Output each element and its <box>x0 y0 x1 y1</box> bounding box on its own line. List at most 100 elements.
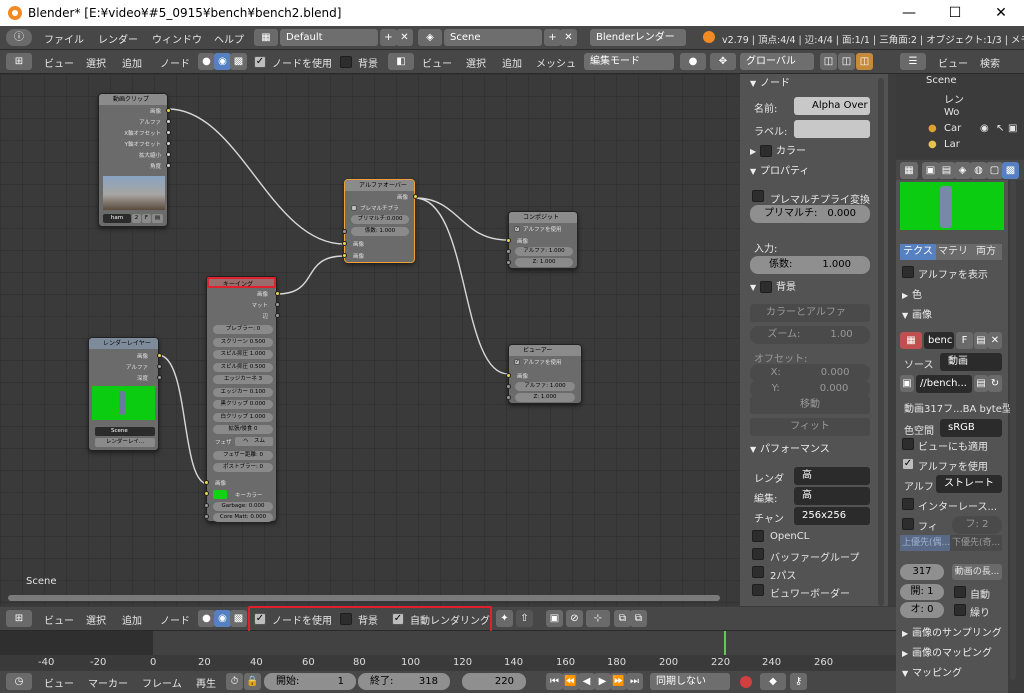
bottom-editor-type-icon[interactable]: ⊞ <box>6 610 32 627</box>
layout-select[interactable]: Default <box>280 29 378 46</box>
outliner-scene[interactable]: Scene <box>926 75 957 86</box>
image-browse-icon[interactable]: ▦ <box>900 332 922 349</box>
two-pass-checkbox[interactable] <box>752 566 764 578</box>
offset-field[interactable]: オ: 0 <box>900 602 944 618</box>
source-select[interactable]: 動画 <box>940 353 1002 371</box>
viewer-z-socket[interactable] <box>506 395 511 400</box>
use-nodes-checkbox[interactable]: ✓ <box>254 56 266 68</box>
info-editor-icon[interactable]: ⓘ <box>6 29 32 46</box>
performance-section-header[interactable]: ▼ パフォーマンス <box>750 440 830 460</box>
timeline-area[interactable]: -40 -20 0 20 40 60 80 100 120 140 160 18… <box>0 631 896 671</box>
node-name-field[interactable]: Alpha Over <box>794 97 870 115</box>
fields-checkbox[interactable] <box>902 518 914 530</box>
keying-feather-select[interactable]: ヘ スム <box>235 437 273 446</box>
play-reverse-icon[interactable]: ◀ <box>578 673 595 690</box>
keying-garbage-socket[interactable] <box>204 503 209 508</box>
movie-clip-node[interactable]: 動画クリップ 画像 アルファ X軸オフセット Y軸オフセット 拡大縮小 角度 h… <box>98 93 171 227</box>
bottom-compositor-tree-icon[interactable]: ◉ <box>214 610 231 627</box>
frames-field[interactable]: 317 <box>900 564 944 580</box>
alpha-fac-socket[interactable] <box>342 229 347 234</box>
properties-scroll-track[interactable] <box>878 78 884 606</box>
opencl-checkbox[interactable] <box>752 530 764 542</box>
timeline-menu-view[interactable]: ビュー <box>44 675 74 690</box>
view3d-menu-add[interactable]: 追加 <box>502 55 522 70</box>
preview-range-icon[interactable]: ⏱ <box>226 673 243 690</box>
jump-end-icon[interactable]: ⏭ <box>626 673 643 690</box>
sync-mode-select[interactable]: 同期しない <box>650 673 730 690</box>
node-menu-node[interactable]: ノード <box>160 55 190 70</box>
outliner-world[interactable]: Wo <box>944 107 959 118</box>
chunk-size-select[interactable]: 256x256 <box>794 507 870 525</box>
layer-icon-1[interactable]: ◫ <box>820 53 837 70</box>
snap-element-icon[interactable]: ⊹ <box>586 610 610 627</box>
alpha-premul-field[interactable]: プリマルチ:0.000 <box>351 215 409 224</box>
node-editor-canvas[interactable]: 動画クリップ 画像 アルファ X軸オフセット Y軸オフセット 拡大縮小 角度 h… <box>0 74 740 606</box>
field-order-lower[interactable]: 下優先(奇... <box>950 535 1002 551</box>
outliner-menu-view[interactable]: ビュー <box>938 55 968 70</box>
outliner-camera[interactable]: Car <box>944 123 961 134</box>
keying-in-image-socket[interactable] <box>204 480 209 485</box>
remove-scene-icon[interactable]: ✕ <box>560 29 577 46</box>
remove-layout-icon[interactable]: ✕ <box>396 29 413 46</box>
add-scene-icon[interactable]: + <box>544 29 561 46</box>
keying-field[interactable]: スピル抑圧 0.500 <box>213 362 273 372</box>
mode-select[interactable]: 編集モード <box>584 53 674 70</box>
backdrop-fit-button[interactable]: フィット <box>750 418 870 436</box>
tab-material[interactable]: マテリ <box>936 244 970 260</box>
node-menu-select[interactable]: 選択 <box>86 55 106 70</box>
world-tab-icon[interactable]: ◍ <box>970 162 987 179</box>
backdrop-channel-select[interactable]: カラーとアルファ <box>750 304 870 322</box>
movie-socket-offx[interactable] <box>166 130 171 135</box>
jump-keyframe-back-icon[interactable]: ⏪ <box>562 673 579 690</box>
render-tab-icon[interactable]: ▣ <box>922 162 939 179</box>
node-menu-add[interactable]: 追加 <box>122 55 142 70</box>
composite-z-socket[interactable] <box>506 260 511 265</box>
object-tab-icon[interactable]: ▢ <box>986 162 1003 179</box>
node-section-header[interactable]: ▼ ノード <box>750 74 790 94</box>
movie-clip-open-icon[interactable]: ▤ <box>152 214 163 223</box>
alpha-premul-checkbox[interactable] <box>351 205 357 211</box>
scene-select[interactable]: Scene <box>444 29 542 46</box>
parent-tree-icon[interactable]: ⇧ <box>516 610 533 627</box>
keying-out-matte-socket[interactable] <box>275 302 280 307</box>
bottom-backdrop-checkbox[interactable] <box>340 613 352 625</box>
current-frame-input[interactable]: 220 <box>462 673 526 690</box>
composite-node[interactable]: コンポジット ✓ アルファを使用 画像 アルファ: 1.000 Z: 1.000 <box>506 211 578 269</box>
node-editor-type-icon[interactable]: ⊞ <box>6 53 32 70</box>
scene-tab-icon[interactable]: ◈ <box>954 162 971 179</box>
bottom-shader-tree-icon[interactable]: ● <box>198 610 215 627</box>
paste-nodes-icon[interactable]: ⧉ <box>630 610 647 627</box>
rlayer-alpha-socket[interactable] <box>157 364 162 369</box>
viewer-alpha-socket[interactable] <box>506 384 511 389</box>
edit-quality-select[interactable]: 高 <box>794 487 870 505</box>
image-name-field[interactable]: benc <box>924 332 954 349</box>
backdrop-checkbox[interactable] <box>340 56 352 68</box>
filepath-browse-icon[interactable]: ▤ <box>974 375 988 392</box>
properties-type-icon[interactable]: ▦ <box>900 162 918 179</box>
jump-start-icon[interactable]: ⏮ <box>546 673 563 690</box>
jump-keyframe-forward-icon[interactable]: ⏩ <box>610 673 627 690</box>
current-frame-indicator[interactable] <box>724 631 726 657</box>
texture-panel-scrollbar[interactable] <box>1010 180 1016 680</box>
render-camera-icon[interactable]: ▣ <box>1008 123 1017 134</box>
auto-refresh-checkbox[interactable] <box>954 586 966 598</box>
render-engine-select[interactable]: Blenderレンダー <box>590 29 686 46</box>
bottom-texture-tree-icon[interactable]: ▩ <box>230 610 247 627</box>
layout-icon[interactable]: ▦ <box>254 29 278 46</box>
close-button[interactable]: ✕ <box>978 0 1024 26</box>
backdrop-section-header[interactable]: ▼ 背景 <box>750 278 796 298</box>
timeline-menu-marker[interactable]: マーカー <box>88 675 128 690</box>
movie-socket-offy[interactable] <box>166 141 171 146</box>
minimize-button[interactable]: — <box>886 0 932 26</box>
premul-field[interactable]: プリマルチ: 0.000 <box>750 205 870 223</box>
layer-icon-2[interactable]: ◫ <box>838 53 855 70</box>
match-movie-length-button[interactable]: 動画の長... <box>952 564 1002 580</box>
movie-socket-alpha[interactable] <box>166 119 171 124</box>
backdrop-move-button[interactable]: 移動 <box>750 396 870 414</box>
alpha-fac-field[interactable]: 係数: 1.000 <box>351 227 409 236</box>
outliner-lamp[interactable]: Lar <box>944 139 960 150</box>
select-cursor-icon[interactable]: ↖ <box>996 123 1004 134</box>
keying-post-blur[interactable]: ポストブラー: 0 <box>213 463 273 472</box>
bottom-use-nodes-checkbox[interactable]: ✓ <box>254 613 266 625</box>
timeline-menu-playback[interactable]: 再生 <box>196 675 216 690</box>
